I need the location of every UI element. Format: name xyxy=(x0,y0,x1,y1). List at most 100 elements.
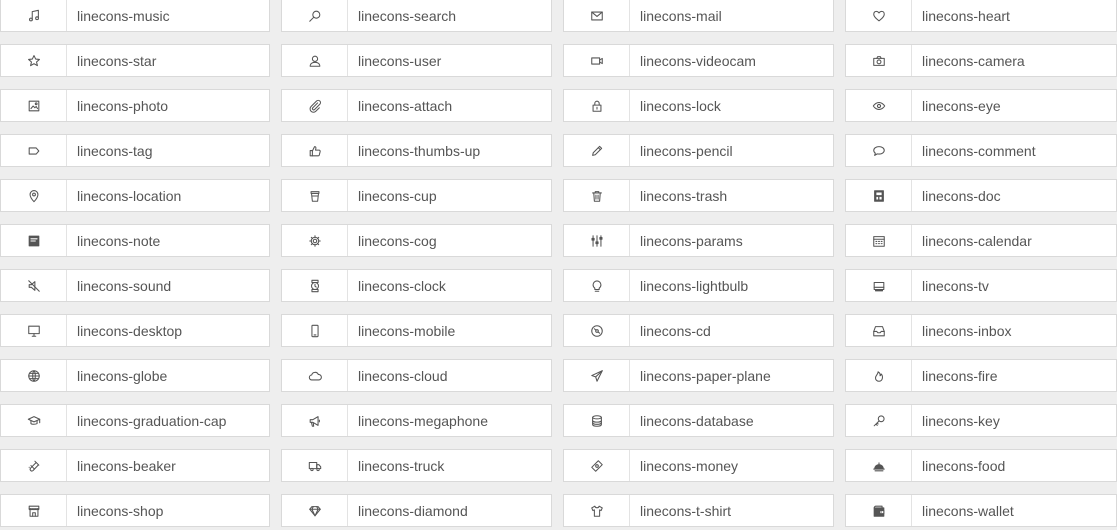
heart-icon xyxy=(846,0,912,31)
thumbs-up-icon xyxy=(282,135,348,166)
icon-class-label: linecons-paper-plane xyxy=(640,367,771,384)
icon-cell-eye[interactable]: linecons-eye xyxy=(845,89,1117,122)
icon-class-label: linecons-mobile xyxy=(358,322,456,339)
cloud-icon xyxy=(282,360,348,391)
icon-cell-key[interactable]: linecons-key xyxy=(845,404,1117,437)
icon-cell-t-shirt[interactable]: linecons-t-shirt xyxy=(563,494,834,527)
icon-cell-params[interactable]: linecons-params xyxy=(563,224,834,257)
megaphone-icon xyxy=(282,405,348,436)
icon-cell-sound[interactable]: linecons-sound xyxy=(0,269,270,302)
location-icon xyxy=(1,180,67,211)
icon-cell-shop[interactable]: linecons-shop xyxy=(0,494,270,527)
icon-cell-videocam[interactable]: linecons-videocam xyxy=(563,44,834,77)
cd-icon xyxy=(564,315,630,346)
icon-cell-inbox[interactable]: linecons-inbox xyxy=(845,314,1117,347)
icon-cell-thumbs-up[interactable]: linecons-thumbs-up xyxy=(281,134,552,167)
icon-cell-tv[interactable]: linecons-tv xyxy=(845,269,1117,302)
icon-cell-cloud[interactable]: linecons-cloud xyxy=(281,359,552,392)
icon-cell-truck[interactable]: linecons-truck xyxy=(281,449,552,482)
icon-class-label: linecons-params xyxy=(640,232,743,249)
graduation-cap-icon xyxy=(1,405,67,436)
icon-cell-search[interactable]: linecons-search xyxy=(281,0,552,32)
icon-class-label: linecons-t-shirt xyxy=(640,502,732,519)
icon-cell-tag[interactable]: linecons-tag xyxy=(0,134,270,167)
icon-cell-fire[interactable]: linecons-fire xyxy=(845,359,1117,392)
tv-icon xyxy=(846,270,912,301)
icon-cell-globe[interactable]: linecons-globe xyxy=(0,359,270,392)
icon-cell-money[interactable]: linecons-money xyxy=(563,449,834,482)
icon-class-label: linecons-doc xyxy=(922,187,1001,204)
icon-cell-cup[interactable]: linecons-cup xyxy=(281,179,552,212)
icon-cell-lightbulb[interactable]: linecons-lightbulb xyxy=(563,269,834,302)
icon-class-label: linecons-star xyxy=(77,52,157,69)
clock-icon xyxy=(282,270,348,301)
icon-cell-cog[interactable]: linecons-cog xyxy=(281,224,552,257)
icon-cell-user[interactable]: linecons-user xyxy=(281,44,552,77)
icon-cell-megaphone[interactable]: linecons-megaphone xyxy=(281,404,552,437)
icon-cell-cd[interactable]: linecons-cd xyxy=(563,314,834,347)
icon-cell-location[interactable]: linecons-location xyxy=(0,179,270,212)
icon-class-label: linecons-key xyxy=(922,412,1000,429)
params-icon xyxy=(564,225,630,256)
icon-cell-star[interactable]: linecons-star xyxy=(0,44,270,77)
beaker-icon xyxy=(1,450,67,481)
icon-class-label: linecons-note xyxy=(77,232,161,249)
icon-class-label: linecons-graduation-cap xyxy=(77,412,227,429)
pencil-icon xyxy=(564,135,630,166)
icon-cell-database[interactable]: linecons-database xyxy=(563,404,834,437)
icon-class-label: linecons-tag xyxy=(77,142,153,159)
icon-cell-wallet[interactable]: linecons-wallet xyxy=(845,494,1117,527)
icon-cell-doc[interactable]: linecons-doc xyxy=(845,179,1117,212)
lightbulb-icon xyxy=(564,270,630,301)
icon-cell-camera[interactable]: linecons-camera xyxy=(845,44,1117,77)
icon-cell-calendar[interactable]: linecons-calendar xyxy=(845,224,1117,257)
icon-class-label: linecons-cloud xyxy=(358,367,448,384)
icon-cell-note[interactable]: linecons-note xyxy=(0,224,270,257)
icon-class-label: linecons-attach xyxy=(358,97,453,114)
icon-class-label: linecons-camera xyxy=(922,52,1025,69)
star-icon xyxy=(1,45,67,76)
icon-cell-music[interactable]: linecons-music xyxy=(0,0,270,32)
icon-class-label: linecons-mail xyxy=(640,7,722,24)
icon-class-label: linecons-lock xyxy=(640,97,721,114)
icon-class-label: linecons-food xyxy=(922,457,1006,474)
icon-class-label: linecons-search xyxy=(358,7,457,24)
icon-cell-paper-plane[interactable]: linecons-paper-plane xyxy=(563,359,834,392)
icon-cell-beaker[interactable]: linecons-beaker xyxy=(0,449,270,482)
icon-cell-food[interactable]: linecons-food xyxy=(845,449,1117,482)
icon-cell-comment[interactable]: linecons-comment xyxy=(845,134,1117,167)
icon-cell-desktop[interactable]: linecons-desktop xyxy=(0,314,270,347)
icon-class-label: linecons-comment xyxy=(922,142,1036,159)
icon-class-label: linecons-desktop xyxy=(77,322,183,339)
icon-cell-mail[interactable]: linecons-mail xyxy=(563,0,834,32)
mail-icon xyxy=(564,0,630,31)
icon-class-label: linecons-trash xyxy=(640,187,728,204)
icon-cell-lock[interactable]: linecons-lock xyxy=(563,89,834,122)
icon-cell-heart[interactable]: linecons-heart xyxy=(845,0,1117,32)
icon-cell-pencil[interactable]: linecons-pencil xyxy=(563,134,834,167)
cog-icon xyxy=(282,225,348,256)
trash-icon xyxy=(564,180,630,211)
cup-icon xyxy=(282,180,348,211)
icon-class-label: linecons-eye xyxy=(922,97,1001,114)
music-icon xyxy=(1,0,67,31)
icon-class-label: linecons-money xyxy=(640,457,739,474)
icon-class-label: linecons-database xyxy=(640,412,754,429)
search-icon xyxy=(282,0,348,31)
truck-icon xyxy=(282,450,348,481)
icon-cell-diamond[interactable]: linecons-diamond xyxy=(281,494,552,527)
doc-icon xyxy=(846,180,912,211)
icon-cell-graduation-cap[interactable]: linecons-graduation-cap xyxy=(0,404,270,437)
icon-class-label: linecons-calendar xyxy=(922,232,1032,249)
eye-icon xyxy=(846,90,912,121)
icon-class-label: linecons-pencil xyxy=(640,142,733,159)
icon-cell-trash[interactable]: linecons-trash xyxy=(563,179,834,212)
database-icon xyxy=(564,405,630,436)
icon-cell-mobile[interactable]: linecons-mobile xyxy=(281,314,552,347)
globe-icon xyxy=(1,360,67,391)
icon-cell-photo[interactable]: linecons-photo xyxy=(0,89,270,122)
icon-cell-clock[interactable]: linecons-clock xyxy=(281,269,552,302)
icon-class-label: linecons-fire xyxy=(922,367,998,384)
icon-class-label: linecons-location xyxy=(77,187,182,204)
icon-cell-attach[interactable]: linecons-attach xyxy=(281,89,552,122)
